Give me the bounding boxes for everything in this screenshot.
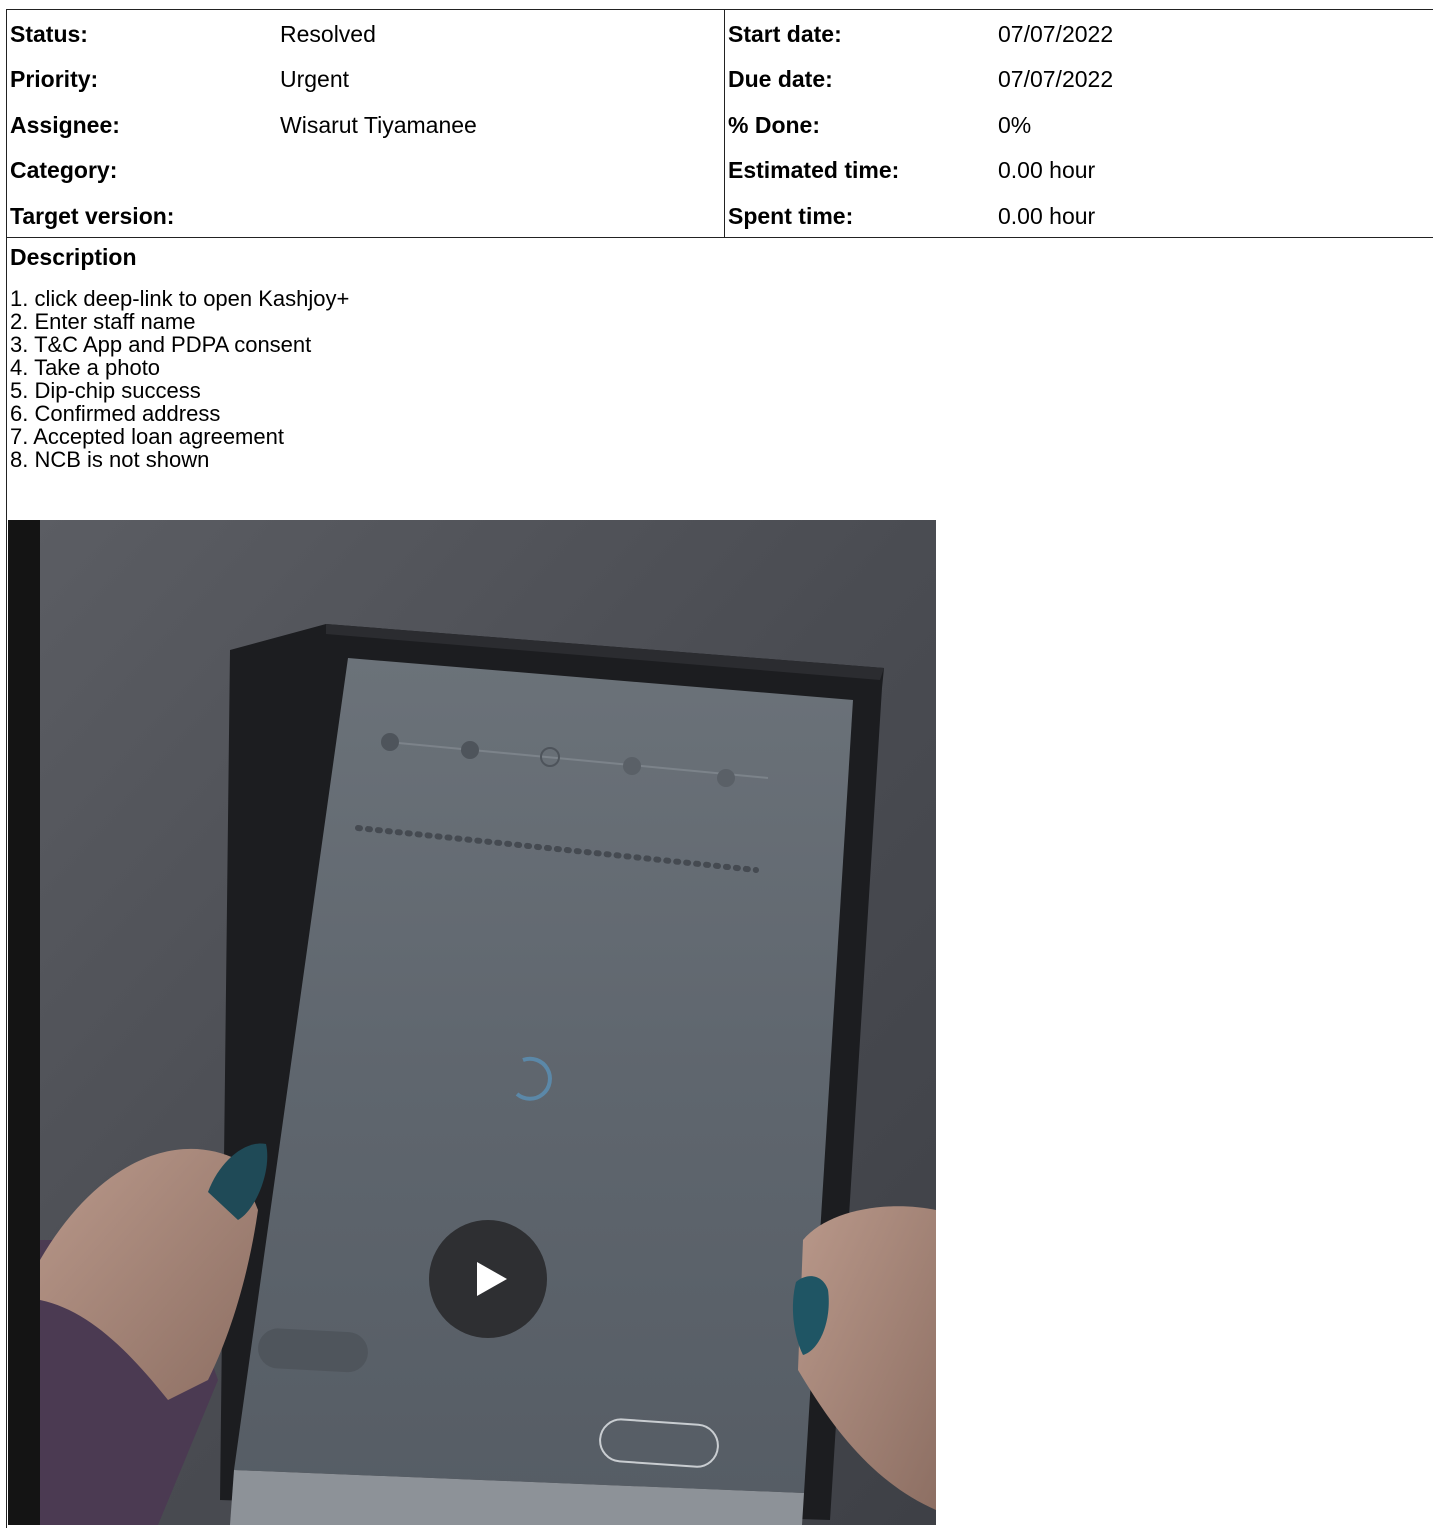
attribute-row-spent-time: Spent time: 0.00 hour (725, 192, 1433, 237)
start-date-value: 07/07/2022 (998, 21, 1114, 47)
list-item: 2. Enter staff name (10, 309, 196, 334)
issue-page: Status: Resolved Priority: Urgent Assign… (0, 0, 1433, 1528)
attributes-right-column: Start date: 07/07/2022 Due date: 07/07/2… (725, 10, 1433, 237)
status-value: Resolved (280, 21, 376, 47)
attributes-left-column: Status: Resolved Priority: Urgent Assign… (7, 10, 725, 237)
attribute-row-assignee: Assignee: Wisarut Tiyamanee (7, 101, 724, 146)
attribute-label: Target version: (10, 202, 175, 229)
description-heading: Description (10, 244, 137, 270)
done-ratio-value: 0% (998, 111, 1032, 138)
list-item: 7. Accepted loan agreement (10, 424, 284, 449)
list-item: 3. T&C App and PDPA consent (10, 332, 312, 357)
attribute-label: Status: (10, 21, 88, 47)
priority-value: Urgent (280, 66, 350, 93)
video-thumbnail-frame (8, 520, 936, 1525)
list-item: 6. Confirmed address (10, 401, 221, 426)
attribute-label: Assignee: (10, 111, 120, 138)
attribute-row-status: Status: Resolved (7, 10, 724, 55)
list-item: 1. click deep-link to open Kashjoy+ (10, 286, 350, 311)
description-steps: 1. click deep-link to open Kashjoy+ 2. E… (10, 287, 349, 471)
attribute-label: Due date: (728, 66, 833, 93)
due-date-value: 07/07/2022 (998, 66, 1114, 93)
issue-attributes-table: Status: Resolved Priority: Urgent Assign… (6, 9, 1433, 238)
spent-time-value: 0.00 hour (998, 202, 1096, 229)
list-item: 4. Take a photo (10, 355, 161, 380)
assignee-link[interactable]: Wisarut Tiyamanee (280, 112, 477, 139)
attribute-row-priority: Priority: Urgent (7, 55, 724, 100)
attribute-row-category: Category: (7, 146, 724, 191)
video-player[interactable] (8, 520, 936, 1525)
play-icon (477, 1262, 507, 1296)
attribute-label: Estimated time: (728, 157, 900, 184)
play-button[interactable] (429, 1220, 547, 1338)
estimated-time-value: 0.00 hour (998, 157, 1096, 184)
list-item: 8. NCB is not shown (10, 447, 210, 472)
attribute-row-due-date: Due date: 07/07/2022 (725, 55, 1433, 100)
attribute-label: Category: (10, 157, 118, 184)
attribute-label: Spent time: (728, 202, 854, 229)
attribute-row-done-ratio: % Done: 0% (725, 101, 1433, 146)
attribute-row-start-date: Start date: 07/07/2022 (725, 10, 1433, 55)
attribute-row-estimated-time: Estimated time: 0.00 hour (725, 146, 1433, 191)
attribute-row-target-version: Target version: (7, 192, 724, 237)
attribute-label: Start date: (728, 21, 842, 47)
list-item: 5. Dip-chip success (10, 378, 201, 403)
attribute-label: Priority: (10, 66, 99, 93)
attribute-label: % Done: (728, 111, 820, 138)
